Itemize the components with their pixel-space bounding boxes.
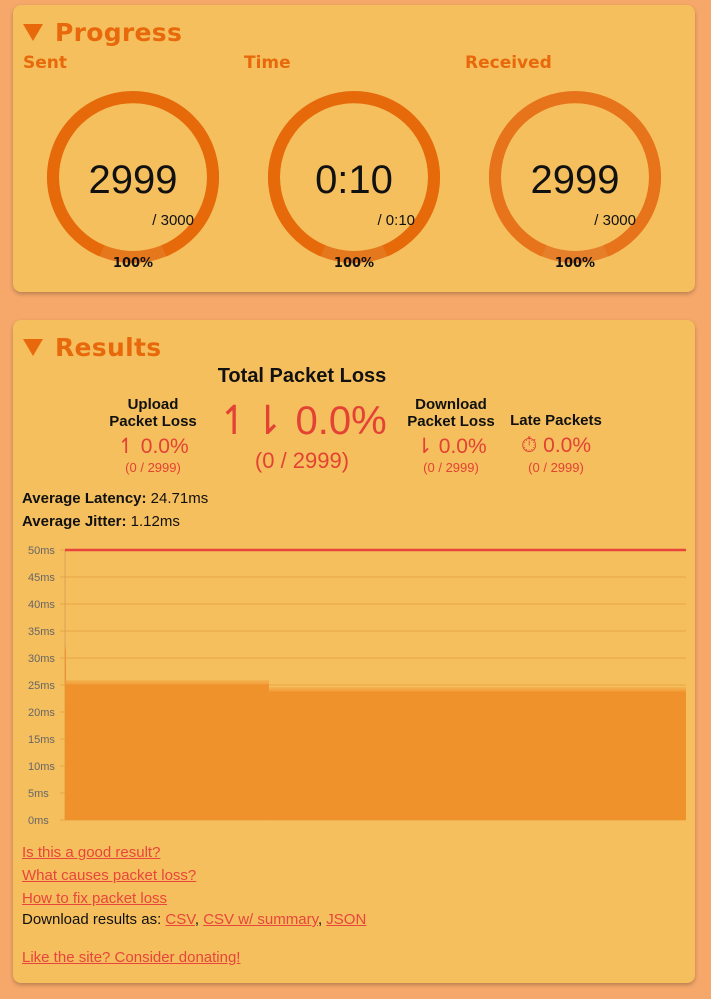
- time-value: 0:10: [315, 158, 393, 202]
- received-percent: 100%: [554, 256, 596, 271]
- csv-summary-download-link[interactable]: CSV w/ summary: [203, 911, 318, 928]
- results-panel: Results Upload Packet Loss ↿ 0.0% (0 / 2…: [13, 320, 695, 983]
- received-total: / 3000: [594, 212, 636, 229]
- sent-percent: 100%: [112, 256, 154, 271]
- y-tick-label: 5ms: [28, 788, 49, 800]
- packet-loss-causes-link[interactable]: What causes packet loss?: [22, 867, 196, 884]
- total-loss-count: (0 / 2999): [254, 448, 350, 473]
- results-title: Results: [55, 333, 162, 362]
- download-results-row: Download results as: CSV, CSV w/ summary…: [22, 911, 367, 928]
- time-total: / 0:10: [377, 212, 415, 229]
- y-tick-label: 50ms: [28, 545, 55, 557]
- download-loss-value: ⇂ 0.0%: [415, 435, 487, 458]
- time-percent: 100%: [333, 256, 375, 271]
- download-loss-count: (0 / 2999): [423, 460, 479, 475]
- collapse-triangle-icon: [23, 339, 43, 356]
- sent-value: 2999: [88, 158, 178, 202]
- y-tick-label: 10ms: [28, 761, 55, 773]
- good-result-link[interactable]: Is this a good result?: [22, 844, 160, 861]
- collapse-triangle-icon: [23, 24, 43, 41]
- y-tick-label: 0ms: [28, 815, 49, 827]
- progress-title: Progress: [55, 18, 183, 47]
- donate-link[interactable]: Like the site? Consider donating!: [22, 949, 240, 966]
- download-loss-title: Download Packet Loss: [407, 396, 495, 430]
- latency-area-segment: [268, 689, 686, 820]
- y-tick-label: 35ms: [28, 626, 55, 638]
- json-download-link[interactable]: JSON: [326, 911, 366, 928]
- total-loss-value: ↿⇂ 0.0%: [217, 399, 387, 443]
- total-loss-title: Total Packet Loss: [217, 365, 387, 387]
- upload-loss-value: ↿ 0.0%: [117, 435, 189, 458]
- y-tick-label: 40ms: [28, 599, 55, 611]
- latency-area-segment: [65, 682, 269, 820]
- progress-header[interactable]: Progress: [23, 18, 182, 47]
- download-results-label: Download results as:: [22, 911, 162, 928]
- late-packets-value: ⏱ 0.0%: [520, 434, 592, 457]
- y-tick-label: 20ms: [28, 707, 55, 719]
- average-latency: Average Latency: 24.71ms: [22, 490, 209, 507]
- received-gauge: 2999 / 3000 100%: [486, 88, 664, 273]
- latency-jitter-band: [65, 645, 66, 650]
- y-tick-label: 45ms: [28, 572, 55, 584]
- average-jitter: Average Jitter: 1.12ms: [22, 513, 180, 530]
- received-label: Received: [465, 53, 552, 73]
- time-gauge: 0:10 / 0:10 100%: [265, 88, 443, 273]
- csv-download-link[interactable]: CSV: [165, 911, 194, 928]
- late-packets-count: (0 / 2999): [528, 460, 584, 475]
- latency-chart: 0ms 5ms 10ms 15ms 20ms 25ms 30ms 35ms 40ms 45ms 50…: [28, 545, 686, 827]
- received-value: 2999: [530, 158, 620, 202]
- y-tick-label: 15ms: [28, 734, 55, 746]
- sent-label: Sent: [23, 53, 68, 73]
- late-packets-title: Late Packets: [510, 412, 602, 429]
- progress-panel: Progress Sent Time Received 2999 / 3000 …: [13, 5, 695, 292]
- upload-loss-count: (0 / 2999): [125, 460, 181, 475]
- latency-jitter-band: [65, 680, 269, 685]
- sent-gauge: 2999 / 3000 100%: [44, 88, 222, 273]
- upload-loss-title: Upload Packet Loss: [109, 396, 197, 430]
- y-tick-label: 30ms: [28, 653, 55, 665]
- fix-packet-loss-link[interactable]: How to fix packet loss: [22, 890, 167, 907]
- y-tick-label: 25ms: [28, 680, 55, 692]
- sent-total: / 3000: [152, 212, 194, 229]
- latency-jitter-band: [268, 687, 686, 692]
- results-header[interactable]: Results: [23, 333, 161, 362]
- time-label: Time: [244, 53, 291, 73]
